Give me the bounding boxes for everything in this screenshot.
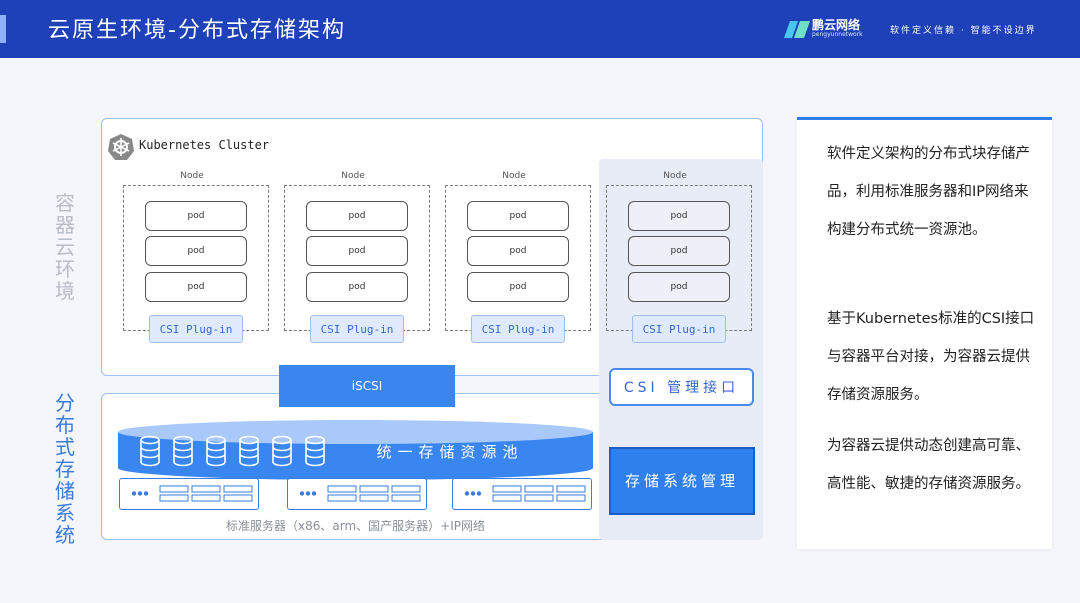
pod: pod (145, 236, 247, 266)
server-icon (299, 485, 421, 502)
server-unit (119, 478, 259, 510)
csi-plugin: CSI Plug-in (632, 315, 726, 343)
csi-management-interface: CSI 管理接口 (609, 368, 754, 406)
pod: pod (467, 236, 569, 266)
pod: pod (467, 272, 569, 302)
pod: pod (467, 201, 569, 231)
servers-caption: 标准服务器（x86、arm、国产服务器）+IP网络 (226, 519, 485, 533)
pod: pod (145, 272, 247, 302)
description-paragraph: 基于Kubernetes标准的CSI接口与容器平台对接，为容器云提供存储资源服务… (827, 311, 1035, 403)
page-title: 云原生环境-分布式存储架构 (48, 18, 346, 43)
server-icon (131, 485, 253, 502)
pod: pod (306, 272, 408, 302)
company-logo-icon (784, 21, 810, 38)
node-label: Node (180, 171, 204, 181)
description-paragraph: 为容器云提供动态创建高可靠、高性能、敏捷的存储资源服务。 (827, 438, 1030, 492)
server-unit (452, 478, 592, 510)
node-label: Node (341, 171, 365, 181)
cluster-title: Kubernetes Cluster (139, 138, 270, 152)
label-container-env: 容器云环境 (55, 191, 75, 303)
pod: pod (306, 236, 408, 266)
pod: pod (628, 272, 730, 302)
storage-pool-label: 统一存储资源池 (376, 443, 524, 461)
csi-plugin: CSI Plug-in (149, 315, 243, 343)
server-icon (464, 485, 586, 502)
description-paragraph: 软件定义架构的分布式块存储产品，利用标准服务器和IP网络来构建分布式统一资源池。 (827, 146, 1030, 238)
company-slogan: 软件定义信赖 · 智能不设边界 (890, 26, 1037, 36)
pod: pod (628, 236, 730, 266)
company-subname: pengyunnetwork (812, 31, 863, 38)
node-label: Node (663, 171, 687, 181)
storage-management-box: 存储系统管理 (609, 447, 755, 515)
pod: pod (306, 201, 408, 231)
node-label: Node (502, 171, 526, 181)
kubernetes-icon (108, 134, 134, 160)
header-accent (0, 15, 6, 43)
pod: pod (628, 201, 730, 231)
pod: pod (145, 201, 247, 231)
server-unit (287, 478, 427, 510)
csi-plugin: CSI Plug-in (471, 315, 565, 343)
csi-plugin: CSI Plug-in (310, 315, 404, 343)
iscsi-link: iSCSI (279, 365, 455, 407)
label-storage-system: 分布式存储系统 (55, 391, 75, 547)
